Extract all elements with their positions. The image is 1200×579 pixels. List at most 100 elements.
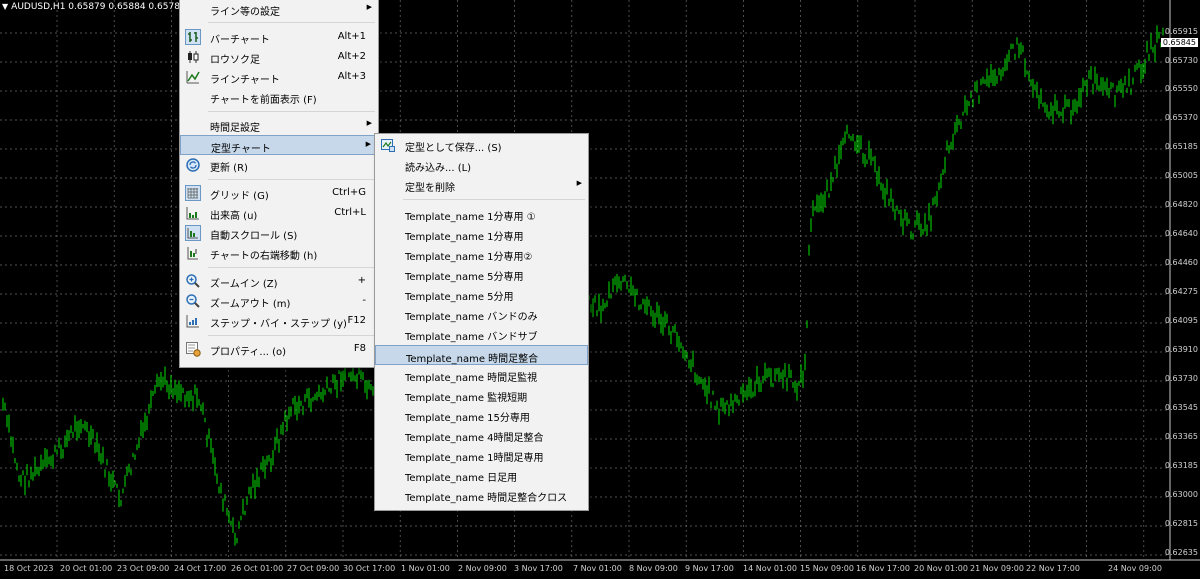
shortcut-label: F12 xyxy=(347,315,366,326)
template-item[interactable]: Template_name 5分用 xyxy=(375,284,588,304)
time-label: 22 Nov 17:00 xyxy=(1026,564,1080,573)
menu-item-refresh[interactable]: 更新 (R) xyxy=(180,155,378,175)
menu-item-auto-scroll[interactable]: 自動スクロール (S) xyxy=(180,223,378,243)
template-item[interactable]: Template_name 監視短期 xyxy=(375,385,588,405)
price-label: 0.65915 xyxy=(1164,27,1198,36)
menu-item-label: 更新 (R) xyxy=(210,163,248,174)
template-item[interactable]: Template_name 1時間足専用 xyxy=(375,445,588,465)
shortcut-label: F8 xyxy=(353,343,366,354)
chart-shift-icon xyxy=(185,245,201,261)
menu-item-chart-shift[interactable]: チャートの右端移動 (h) xyxy=(180,243,378,263)
properties-icon xyxy=(185,341,201,357)
template-item[interactable]: Template_name バンドのみ xyxy=(375,304,588,324)
menu-item-label: Template_name 1分専用 xyxy=(405,232,524,243)
menu-item-grid[interactable]: グリッド (G) Ctrl+G xyxy=(180,183,378,203)
menu-item-step-by-step[interactable]: ステップ・バイ・ステップ (y) F12 xyxy=(180,311,378,331)
template-item-highlighted[interactable]: Template_name 時間足整合 xyxy=(375,345,588,365)
menu-item-zoom-in[interactable]: ズームイン (Z) + xyxy=(180,271,378,291)
menu-item-templates[interactable]: 定型チャート ▶ xyxy=(180,135,378,155)
menu-item-bar-chart[interactable]: バーチャート Alt+1 xyxy=(180,27,378,47)
chart-context-menu: ライン等の設定 ▶ バーチャート Alt+1 ロウソク足 Alt+2 ラインチャ… xyxy=(179,0,379,368)
menu-item-label: チャートの右端移動 (h) xyxy=(210,251,318,262)
menu-item-label: Template_name 監視短期 xyxy=(405,393,528,404)
step-by-step-icon xyxy=(185,313,201,329)
menu-item-timeframe[interactable]: 時間足設定 ▶ xyxy=(180,115,378,135)
menu-item-label: Template_name 5分専用 xyxy=(405,272,524,283)
menu-item-label: バーチャート xyxy=(210,35,270,46)
bar-chart-icon xyxy=(185,29,201,45)
symbol-header-text: AUDUSD,H1 0.65879 0.65884 0.65786 0.6 xyxy=(11,2,203,12)
menu-item-label: 自動スクロール (S) xyxy=(210,231,298,242)
template-item[interactable]: Template_name 時間足整合クロス xyxy=(375,485,588,505)
collapse-triangle-icon[interactable]: ▼ xyxy=(2,2,8,11)
time-label: 3 Nov 17:00 xyxy=(514,564,563,573)
menu-item-zoom-out[interactable]: ズームアウト (m) - xyxy=(180,291,378,311)
menu-item-label: Template_name 5分用 xyxy=(405,292,514,303)
menu-item-line-chart[interactable]: ラインチャート Alt+3 xyxy=(180,67,378,87)
menu-item-label: ロウソク足 xyxy=(210,55,260,66)
candlestick-icon xyxy=(185,49,201,65)
price-label: 0.65550 xyxy=(1164,84,1198,93)
time-label: 20 Oct 01:00 xyxy=(60,564,113,573)
template-item[interactable]: Template_name 時間足監視 xyxy=(375,365,588,385)
menu-item-label: ラインチャート xyxy=(210,75,280,86)
save-template-icon xyxy=(380,137,396,153)
menu-item-label: Template_name 日足用 xyxy=(405,473,518,484)
time-label: 2 Nov 09:00 xyxy=(458,564,507,573)
time-label: 27 Oct 09:00 xyxy=(287,564,340,573)
menu-item-label: ステップ・バイ・ステップ (y) xyxy=(210,319,347,330)
time-label: 23 Oct 09:00 xyxy=(117,564,170,573)
submenu-item-delete-template[interactable]: 定型を削除 ▶ xyxy=(375,175,588,195)
menu-item-label: 出来高 (u) xyxy=(210,211,258,222)
menu-item-chart-foreground[interactable]: チャートを前面表示 (F) xyxy=(180,87,378,107)
menu-item-label: ライン等の設定 xyxy=(210,7,280,18)
template-item[interactable]: Template_name 1分専用② xyxy=(375,244,588,264)
price-label: 0.65185 xyxy=(1164,142,1198,151)
shortcut-label: + xyxy=(357,275,366,286)
menu-item-label: Template_name 時間足整合クロス xyxy=(405,493,568,504)
time-label: 26 Oct 01:00 xyxy=(231,564,284,573)
menu-item-label: チャートを前面表示 (F) xyxy=(210,95,317,106)
time-label: 21 Nov 09:00 xyxy=(970,564,1024,573)
time-label: 9 Nov 17:00 xyxy=(685,564,734,573)
menu-item-label: Template_name 4時間足整合 xyxy=(405,433,544,444)
template-item[interactable]: Template_name バンドサブ xyxy=(375,324,588,344)
time-label: 20 Nov 01:00 xyxy=(914,564,968,573)
menu-item-label: Template_name 1分専用 ① xyxy=(405,212,536,223)
price-label: 0.64095 xyxy=(1164,316,1198,325)
template-item[interactable]: Template_name 1分専用 xyxy=(375,224,588,244)
submenu-item-save-template[interactable]: 定型として保存... (S) xyxy=(375,135,588,155)
template-item[interactable]: Template_name 4時間足整合 xyxy=(375,425,588,445)
price-label: 0.63365 xyxy=(1164,432,1198,441)
template-item[interactable]: Template_name 15分専用 xyxy=(375,405,588,425)
price-label: 0.63730 xyxy=(1164,374,1198,383)
price-label: 0.63545 xyxy=(1164,403,1198,412)
current-price-tag: 0.65845 xyxy=(1160,38,1198,47)
template-item[interactable]: Template_name 5分専用 xyxy=(375,264,588,284)
submenu-arrow-icon: ▶ xyxy=(365,140,371,148)
time-label: 16 Nov 17:00 xyxy=(856,564,910,573)
menu-item-label: Template_name 時間足整合 xyxy=(406,354,539,365)
menu-item-volume[interactable]: 出来高 (u) Ctrl+L xyxy=(180,203,378,223)
menu-item-label: プロパティ... (o) xyxy=(210,347,287,358)
time-label: 1 Nov 01:00 xyxy=(401,564,450,573)
template-item[interactable]: Template_name 日足用 xyxy=(375,465,588,485)
menu-item-label: ズームイン (Z) xyxy=(210,279,278,290)
menu-item-properties[interactable]: プロパティ... (o) F8 xyxy=(180,339,378,359)
price-label: 0.64820 xyxy=(1164,200,1198,209)
submenu-arrow-icon: ▶ xyxy=(576,179,582,187)
menu-item-label: Template_name 1分専用② xyxy=(405,252,533,263)
template-item[interactable]: Template_name 1分専用 ① xyxy=(375,204,588,224)
zoom-in-icon xyxy=(185,273,201,289)
menu-item-label: Template_name 1時間足専用 xyxy=(405,453,544,464)
price-label: 0.63000 xyxy=(1164,490,1198,499)
time-label: 15 Nov 09:00 xyxy=(800,564,854,573)
submenu-item-load-template[interactable]: 読み込み... (L) xyxy=(375,155,588,175)
shortcut-label: Ctrl+G xyxy=(332,187,366,198)
shortcut-label: Alt+2 xyxy=(337,51,366,62)
price-label: 0.62815 xyxy=(1164,519,1198,528)
time-label: 14 Nov 01:00 xyxy=(743,564,797,573)
menu-item-candlestick[interactable]: ロウソク足 Alt+2 xyxy=(180,47,378,67)
menu-item-label: Template_name 15分専用 xyxy=(405,413,530,424)
menu-item-line-settings[interactable]: ライン等の設定 ▶ xyxy=(180,0,378,19)
